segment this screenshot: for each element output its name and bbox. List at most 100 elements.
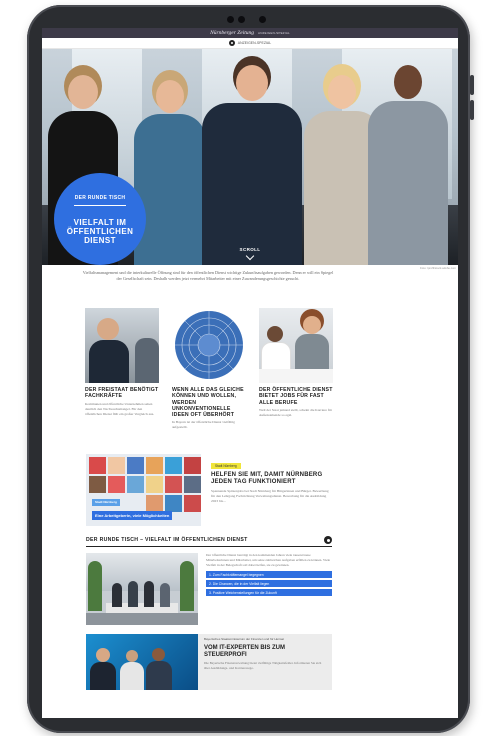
person-head xyxy=(267,326,283,342)
collage-tile xyxy=(89,476,106,493)
site-logo[interactable]: Nürnberger Zeitung xyxy=(210,30,254,36)
feature-image: Stadt Nürnberg Eine Arbeitgeberin, viele… xyxy=(86,454,201,526)
person-body xyxy=(90,662,116,690)
person-head xyxy=(394,65,422,99)
person-body xyxy=(146,661,172,690)
person-head xyxy=(303,316,321,334)
top-bar: Nürnberger Zeitung ANZEIGEN-SPEZIAL xyxy=(42,28,458,38)
plant xyxy=(180,561,194,611)
hero-badge-title: VIELFALT IM ÖFFENTLICHEN DIENST xyxy=(66,218,134,245)
person-head xyxy=(97,318,119,340)
round-table-section: DER RUNDE TISCH – VIELFALT IM ÖFFENTLICH… xyxy=(86,536,332,625)
card-title: WENN ALLE DAS GLEICHE KÖNNEN UND WOLLEN,… xyxy=(172,387,244,419)
collage-tile xyxy=(165,457,182,474)
person-body xyxy=(202,103,302,265)
card-title: DER ÖFFENTLICHE DIENST BIETET JOBS FÜR F… xyxy=(259,387,333,406)
card-image xyxy=(172,308,246,383)
collage-tile xyxy=(127,476,144,493)
collage-tile xyxy=(184,476,201,493)
collage-tile xyxy=(108,457,125,474)
person xyxy=(368,65,448,265)
person xyxy=(160,583,170,607)
feature-teaser[interactable]: Stadt Nürnberg Eine Arbeitgeberin, viele… xyxy=(86,454,332,526)
collage-tile xyxy=(184,457,201,474)
camera-dot xyxy=(238,16,245,23)
it-kicker: Bayerisches Staatsministerium der Finanz… xyxy=(204,637,284,641)
person-body xyxy=(295,334,329,374)
person xyxy=(112,583,122,607)
person-head xyxy=(96,648,110,662)
person-body xyxy=(135,338,159,383)
nav-icon[interactable] xyxy=(228,40,235,46)
hero-image: DER RUNDE TISCH VIELFALT IM ÖFFENTLICHEN… xyxy=(42,49,458,265)
site-sub-label: ANZEIGEN-SPEZIAL xyxy=(258,31,290,35)
volume-button xyxy=(470,100,474,120)
person-head xyxy=(328,75,356,109)
it-title[interactable]: VOM IT-EXPERTEN BIS ZUM STEUERPROFI xyxy=(204,645,326,659)
sub-bar-label: ANZEIGEN-SPEZIAL xyxy=(237,41,272,45)
feature-tag: Stadt Nürnberg xyxy=(211,463,241,469)
person-body xyxy=(120,662,144,690)
plant xyxy=(88,561,102,611)
volume-button xyxy=(470,75,474,95)
card-image xyxy=(259,308,333,383)
collage-tile xyxy=(146,457,163,474)
photo-credit: Foto: Iprofil/stock.adobe.com xyxy=(420,266,456,270)
collage-tile xyxy=(89,457,106,474)
card[interactable]: DER ÖFFENTLICHE DIENST BIETET JOBS FÜR F… xyxy=(259,308,333,430)
camera-dot xyxy=(259,16,266,23)
person-head xyxy=(68,75,98,109)
round-table-link-3[interactable]: 3. Positive Weichenstellungen für die Zu… xyxy=(206,589,332,597)
card[interactable]: WENN ALLE DAS GLEICHE KÖNNEN UND WOLLEN,… xyxy=(172,308,246,430)
collage-tile xyxy=(165,495,182,512)
table xyxy=(259,369,333,383)
card-image xyxy=(85,308,159,383)
person-body xyxy=(134,114,206,265)
card-text: In Bayern ist der öffentliche Dienst vie… xyxy=(172,420,235,430)
sub-bar: ANZEIGEN-SPEZIAL xyxy=(42,38,458,49)
round-table-image xyxy=(86,553,198,625)
feature-banner-kicker: Stadt Nürnberg xyxy=(92,499,120,506)
collage-tile xyxy=(146,476,163,493)
card-text: Kommunen und öffentliche Unternehmen seh… xyxy=(85,401,155,416)
feature-title[interactable]: HELFEN SIE MIT, DAMIT NÜRNBERG JEDEN TAG… xyxy=(211,472,332,486)
collage-tile xyxy=(146,495,163,512)
collage-tile xyxy=(108,476,125,493)
person xyxy=(202,65,302,265)
hero-badge-kicker: DER RUNDE TISCH xyxy=(74,195,126,201)
camera-dot xyxy=(227,16,234,23)
toggle-icon[interactable] xyxy=(324,536,332,544)
card-title: DER FREISTAAT BENÖTIGT FACHKRÄFTE xyxy=(85,387,159,400)
card-grid: DER FREISTAAT BENÖTIGT FACHKRÄFTE Kommun… xyxy=(85,308,333,430)
intro-text: Vielfaltsmanagement und die interkulture… xyxy=(82,270,334,281)
scroll-indicator[interactable]: SCROLL xyxy=(42,247,458,261)
person-head xyxy=(236,65,268,101)
round-table-link-1[interactable]: 1. Zum Fachkräftemangel begegnen xyxy=(206,571,332,579)
floor xyxy=(86,613,198,625)
round-table-title: DER RUNDE TISCH – VIELFALT IM ÖFFENTLICH… xyxy=(86,537,248,543)
round-table-header: DER RUNDE TISCH – VIELFALT IM ÖFFENTLICH… xyxy=(86,536,332,547)
person xyxy=(128,581,138,607)
feature-banner-label: Eine Arbeitgeberin, viele Möglichkeiten xyxy=(92,511,173,520)
hero-badge-divider xyxy=(74,205,126,206)
collage-tile xyxy=(165,476,182,493)
person xyxy=(134,80,206,265)
card-text: Weil der Staat jemand stellt, scheint di… xyxy=(259,407,332,417)
collage-tile xyxy=(127,457,144,474)
card[interactable]: DER FREISTAAT BENÖTIGT FACHKRÄFTE Kommun… xyxy=(85,308,159,430)
person xyxy=(144,581,154,607)
round-table-text: Der öffentliche Dienst benötigt in den k… xyxy=(206,553,331,567)
person-head xyxy=(152,648,165,661)
round-table-diagram xyxy=(175,311,243,379)
collage-tile xyxy=(184,495,201,512)
it-text: Die Bayerische Finanzverwaltung bietet v… xyxy=(204,661,322,670)
it-image xyxy=(86,634,198,690)
it-teaser[interactable]: Bayerisches Staatsministerium der Finanz… xyxy=(86,634,332,690)
person-body xyxy=(89,340,129,383)
feature-text: Spannende Spitzenjobs bei Stadt Nürnberg… xyxy=(211,489,329,503)
person-body xyxy=(368,101,448,265)
chevron-down-icon xyxy=(245,251,255,261)
person-head xyxy=(126,650,138,662)
person-head xyxy=(156,80,184,113)
round-table-link-2[interactable]: 2. Die Chancen, die in der Vielfalt lieg… xyxy=(206,580,332,588)
